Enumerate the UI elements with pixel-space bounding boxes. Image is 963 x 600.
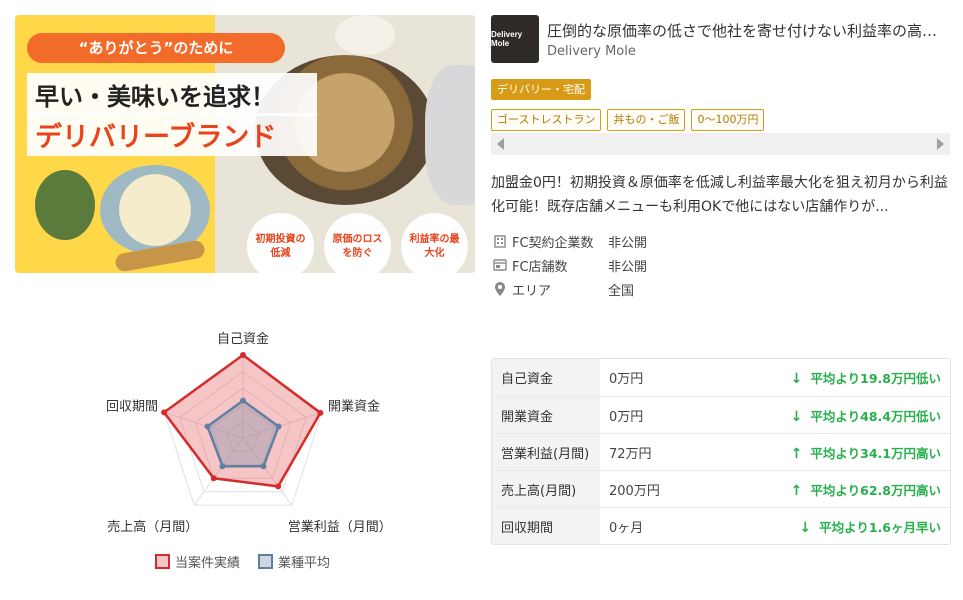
tag-scrollbar[interactable] — [491, 133, 950, 155]
banner-ribbon: “ありがとう”のために — [27, 33, 285, 63]
banner-brand-text: デリバリーブランド — [27, 113, 317, 156]
meta-label: FC店舗数 — [512, 259, 568, 275]
radar-axis-label: 自己資金 — [217, 331, 269, 347]
arrow-down-icon: ↓ — [790, 408, 803, 425]
radar-point — [161, 409, 168, 416]
comparison-value: 72万円 — [609, 446, 652, 462]
listing-title[interactable]: 圧倒的な原価率の低さで他社を寄せ付けない利益率の高さ!... — [547, 20, 952, 41]
tag-ghost-restaurant[interactable]: ゴーストレストラン — [491, 109, 602, 131]
building-icon — [493, 234, 507, 248]
radar-point — [240, 397, 246, 404]
comparison-label: 開業資金 — [492, 397, 600, 433]
pot-lid-image — [425, 65, 475, 205]
legend-swatch-project — [155, 554, 170, 569]
comparison-diff: ↓ 平均より48.4万円低い — [720, 406, 950, 425]
hero-banner[interactable]: “ありがとう”のために 早い・美味いを追求！ デリバリーブランド 初期投資の低減… — [15, 15, 475, 273]
radar-point — [260, 463, 267, 470]
comparison-row: 回収期間 0ヶ月 ↓ 平均より1.6ヶ月早い — [492, 507, 950, 544]
arrow-up-icon: ↑ — [790, 445, 803, 462]
comparison-value: 0万円 — [609, 372, 644, 387]
comparison-diff-text: 平均より62.8万円高い — [810, 482, 941, 498]
radar-legend: 当案件実績 業種平均 — [155, 552, 330, 571]
listing-description: 加盟金0円！初期投資＆原価率を低減し利益率最大化を狙え初月から利益化可能！既存店… — [491, 175, 948, 215]
radar-point — [219, 463, 226, 470]
legend-item-average[interactable]: 業種平均 — [258, 552, 330, 571]
comparison-diff-text: 平均より48.4万円低い — [810, 408, 941, 424]
comparison-label: 自己資金 — [492, 359, 600, 396]
radar-axis-label: 営業利益（月間） — [288, 519, 392, 535]
category-badge: デリバリー・宅配 — [491, 79, 591, 100]
meta-label: エリア — [512, 283, 552, 299]
badge-cost-loss: 原価のロスを防ぐ — [324, 213, 391, 273]
meta-row-fc-stores: FC店舗数 非公開 — [493, 253, 647, 277]
radar-point — [275, 483, 282, 490]
comparison-value: 200万円 — [609, 483, 660, 499]
comparison-row: 売上高(月間) 200万円 ↑ 平均より62.8万円高い — [492, 470, 950, 507]
banner-badges: 初期投資の低減 原価のロスを防ぐ 利益率の最大化 — [247, 213, 468, 273]
meta-value: 非公開 — [608, 235, 648, 251]
map-pin-icon — [493, 282, 507, 296]
legend-item-project[interactable]: 当案件実績 — [155, 552, 240, 571]
company-name: Delivery Mole — [547, 44, 636, 59]
comparison-diff-text: 平均より34.1万円高い — [810, 445, 941, 461]
comparison-diff: ↓ 平均より1.6ヶ月早い — [720, 517, 950, 536]
comparison-row: 営業利益(月間) 72万円 ↑ 平均より34.1万円高い — [492, 433, 950, 470]
badge-initial-cost: 初期投資の低減 — [247, 213, 314, 273]
meta-list: FC契約企業数 非公開 FC店舗数 非公開 エリア 全国 — [493, 229, 647, 301]
comparison-diff: ↑ 平均より34.1万円高い — [720, 443, 950, 462]
radar-chart: 自己資金開業資金営業利益（月間） 売上高（月間） 回収期間 — [106, 331, 392, 535]
scroll-right-icon[interactable] — [937, 138, 944, 150]
arrow-down-icon: ↓ — [790, 371, 803, 387]
radar-point — [275, 423, 282, 430]
radar-axis-label: 開業資金 — [328, 398, 380, 414]
comparison-diff: ↑ 平均より62.8万円高い — [720, 480, 950, 499]
meta-value: 全国 — [608, 283, 635, 299]
comparison-value: 0ヶ月 — [609, 520, 644, 536]
comparison-table: 自己資金 0万円 ↓ 平均より19.8万円低い開業資金 0万円 ↓ 平均より48.4万円低い… — [491, 358, 951, 545]
scroll-left-icon[interactable] — [497, 138, 504, 150]
tag-budget[interactable]: 0〜100万円 — [691, 109, 765, 131]
comparison-label: 回収期間 — [492, 508, 600, 544]
store-icon — [493, 258, 507, 272]
comparison-label: 売上高(月間) — [492, 471, 600, 507]
comparison-label: 営業利益(月間) — [492, 434, 600, 470]
radar-point — [317, 409, 324, 416]
comparison-row: 開業資金 0万円 ↓ 平均より48.4万円低い — [492, 396, 950, 433]
plant-decoration — [35, 170, 95, 240]
comparison-value: 0万円 — [609, 409, 644, 425]
comparison-row: 自己資金 0万円 ↓ 平均より19.8万円低い — [492, 359, 950, 396]
comparison-diff: ↓ 平均より19.8万円低い — [720, 368, 950, 387]
legend-label: 業種平均 — [278, 556, 331, 571]
company-logo[interactable]: Delivery Mole — [491, 15, 539, 63]
comparison-diff-text: 平均より19.8万円低い — [810, 371, 941, 386]
badge-profit-max: 利益率の最大化 — [401, 213, 468, 273]
meta-row-fc-companies: FC契約企業数 非公開 — [493, 229, 647, 253]
radar-point — [240, 352, 246, 358]
meta-row-area: エリア 全国 — [493, 277, 647, 301]
legend-label: 当案件実績 — [175, 556, 241, 571]
meta-value: 非公開 — [608, 259, 648, 275]
arrow-up-icon: ↑ — [790, 482, 803, 499]
comparison-diff-text: 平均より1.6ヶ月早い — [819, 519, 941, 535]
tag-rice-bowl[interactable]: 丼もの・ご飯 — [607, 109, 686, 131]
radar-point — [210, 475, 217, 482]
arrow-down-icon: ↓ — [799, 519, 812, 536]
radar-axis-label: 回収期間 — [106, 399, 158, 414]
legend-swatch-average — [258, 554, 274, 569]
egg-cup-image — [335, 15, 395, 55]
radar-point — [204, 423, 211, 430]
banner-headline: 早い・美味いを追求！ — [27, 73, 317, 116]
radar-axis-label: 売上高（月間） — [107, 519, 198, 535]
meta-label: FC契約企業数 — [512, 235, 594, 251]
tag-list: ゴーストレストラン 丼もの・ご飯 0〜100万円 — [491, 109, 765, 131]
